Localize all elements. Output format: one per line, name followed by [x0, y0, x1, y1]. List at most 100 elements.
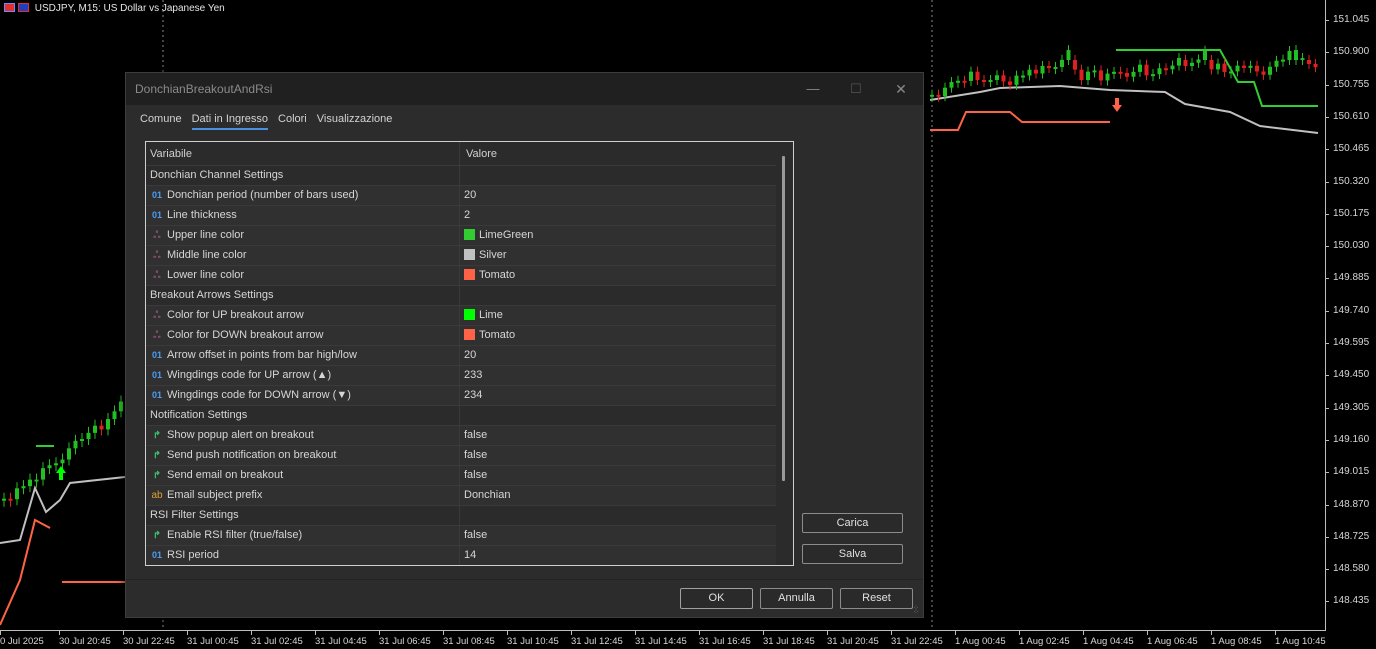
color-swatch[interactable]: [464, 229, 475, 240]
table-row[interactable]: ab Email subject prefix Donchian: [146, 486, 776, 506]
value-cell[interactable]: Donchian: [464, 486, 764, 505]
value-cell[interactable]: false: [464, 526, 764, 545]
string-type-icon: ab: [151, 490, 163, 501]
dialog-tabs: Comune Dati in Ingresso Colori Visualizzazi…: [140, 113, 402, 133]
indicator-list-icon[interactable]: [18, 3, 29, 12]
time-scale[interactable]: 0 Jul 2025 30 Jul 20:45 30 Jul 22:45 31 Jul…: [0, 630, 1326, 649]
inputs-grid[interactable]: Variabile Valore Donchian Channel Settin…: [145, 141, 794, 566]
chart-menu-icon[interactable]: [4, 3, 15, 12]
tab-visualizzazione[interactable]: Visualizzazione: [317, 113, 393, 128]
value-cell[interactable]: 20: [464, 346, 764, 365]
tab-dati-in-ingresso[interactable]: Dati in Ingresso: [191, 113, 269, 130]
candle-body: [93, 425, 97, 433]
candle-body: [1183, 60, 1188, 67]
close-icon[interactable]: ✕: [890, 79, 912, 99]
table-row[interactable]: 01 RSI period 14: [146, 546, 776, 565]
variable-value: Donchian: [464, 489, 511, 501]
color-swatch[interactable]: [464, 329, 475, 340]
table-row[interactable]: 01 Donchian period (number of bars used) 2…: [146, 186, 776, 206]
ok-button[interactable]: OK: [680, 588, 753, 609]
minimize-icon[interactable]: —: [802, 79, 824, 99]
table-row[interactable]: ↱ Enable RSI filter (true/false) false: [146, 526, 776, 546]
value-cell[interactable]: false: [464, 446, 764, 465]
column-header-variable[interactable]: Variabile: [146, 142, 460, 166]
resize-grip-icon[interactable]: ⁘ ⁘: [913, 605, 921, 616]
table-row[interactable]: ↱ Send email on breakout false: [146, 466, 776, 486]
value-cell[interactable]: Lime: [464, 306, 764, 325]
reset-button[interactable]: Reset: [840, 588, 913, 609]
table-row[interactable]: ஃ Color for DOWN breakout arrow Tomato: [146, 326, 776, 346]
save-button[interactable]: Salva: [802, 544, 903, 564]
candle-body: [1209, 60, 1214, 70]
load-button[interactable]: Carica: [802, 513, 903, 533]
variable-value: 20: [464, 189, 477, 201]
candle-body: [1235, 65, 1240, 72]
dialog-titlebar[interactable]: DonchianBreakoutAndRsi — ☐ ✕: [126, 73, 923, 105]
table-row[interactable]: ஃ Lower line color Tomato: [146, 266, 776, 286]
table-row[interactable]: 01 Wingdings code for DOWN arrow (▼) 234: [146, 386, 776, 406]
value-cell[interactable]: Tomato: [464, 266, 764, 285]
column-header-value[interactable]: Valore: [466, 142, 766, 166]
candle-body: [975, 71, 980, 80]
tab-comune[interactable]: Comune: [140, 113, 182, 128]
value-cell[interactable]: 2: [464, 206, 764, 225]
grid-scrollbar[interactable]: [782, 156, 785, 481]
candle-body: [969, 71, 973, 81]
color-swatch[interactable]: [464, 309, 475, 320]
price-tick-label: 150.320: [1324, 175, 1370, 187]
candle-body: [930, 94, 934, 97]
color-swatch[interactable]: [464, 249, 475, 260]
tab-colori[interactable]: Colori: [278, 113, 307, 128]
table-row[interactable]: ஃ Middle line color Silver: [146, 246, 776, 266]
variable-value: false: [464, 449, 488, 461]
table-row[interactable]: ↱ Send push notification on breakout false: [146, 446, 776, 466]
value-cell[interactable]: Tomato: [464, 326, 764, 345]
candle-body: [995, 75, 999, 80]
candle-body: [1105, 73, 1110, 81]
variable-value: false: [464, 429, 488, 441]
variable-name: Enable RSI filter (true/false): [167, 529, 303, 541]
value-cell[interactable]: Silver: [464, 246, 764, 265]
table-row[interactable]: 01 Wingdings code for UP arrow (▲) 233: [146, 366, 776, 386]
price-tick-label: 149.305: [1324, 401, 1370, 413]
variable-cell: 01 Wingdings code for UP arrow (▲): [146, 366, 460, 385]
time-tick-label: 31 Jul 12:45: [571, 631, 623, 647]
table-row[interactable]: ஃ Upper line color LimeGreen: [146, 226, 776, 246]
time-tick-label: 1 Aug 02:45: [1019, 631, 1070, 647]
value-cell[interactable]: 233: [464, 366, 764, 385]
variable-name: Email subject prefix: [167, 489, 263, 501]
candle-body: [34, 479, 39, 482]
price-scale[interactable]: 151.045 150.900 150.755 150.610 150.465 150.3…: [1324, 0, 1376, 630]
candle-body: [1287, 50, 1292, 60]
candle-body: [1261, 71, 1266, 75]
candle-body: [28, 479, 32, 487]
candle-body: [1112, 71, 1116, 74]
price-tick-label: 149.885: [1324, 272, 1370, 284]
color-type-icon: ஃ: [153, 250, 161, 261]
value-cell[interactable]: 234: [464, 386, 764, 405]
down-breakout-arrow-icon: [1112, 98, 1122, 112]
time-tick-label: 1 Aug 00:45: [955, 631, 1006, 647]
value-cell[interactable]: LimeGreen: [464, 226, 764, 245]
chart-symbol-title: USDJPY, M15: US Dollar vs Japanese Yen: [4, 3, 225, 14]
table-row[interactable]: ஃ Color for UP breakout arrow Lime: [146, 306, 776, 326]
table-row[interactable]: ↱ Show popup alert on breakout false: [146, 426, 776, 446]
price-tick-label: 148.435: [1324, 595, 1370, 607]
value-cell[interactable]: 14: [464, 546, 764, 565]
candle-body: [1066, 50, 1071, 60]
candle-body: [1164, 68, 1168, 71]
color-swatch[interactable]: [464, 269, 475, 280]
price-tick-label: 151.045: [1324, 14, 1370, 25]
table-row[interactable]: 01 Line thickness 2: [146, 206, 776, 226]
table-row[interactable]: 01 Arrow offset in points from bar high/l…: [146, 346, 776, 366]
section-title: Notification Settings: [150, 409, 248, 421]
value-cell[interactable]: false: [464, 426, 764, 445]
value-cell[interactable]: false: [464, 466, 764, 485]
variable-cell: 01 Donchian period (number of bars used): [146, 186, 460, 205]
value-cell[interactable]: 20: [464, 186, 764, 205]
cancel-button[interactable]: Annulla: [760, 588, 833, 609]
variable-name: Arrow offset in points from bar high/low: [167, 349, 357, 361]
candle-body: [1190, 62, 1194, 67]
candle-body: [1307, 60, 1311, 64]
int-type-icon: 01: [151, 370, 162, 380]
